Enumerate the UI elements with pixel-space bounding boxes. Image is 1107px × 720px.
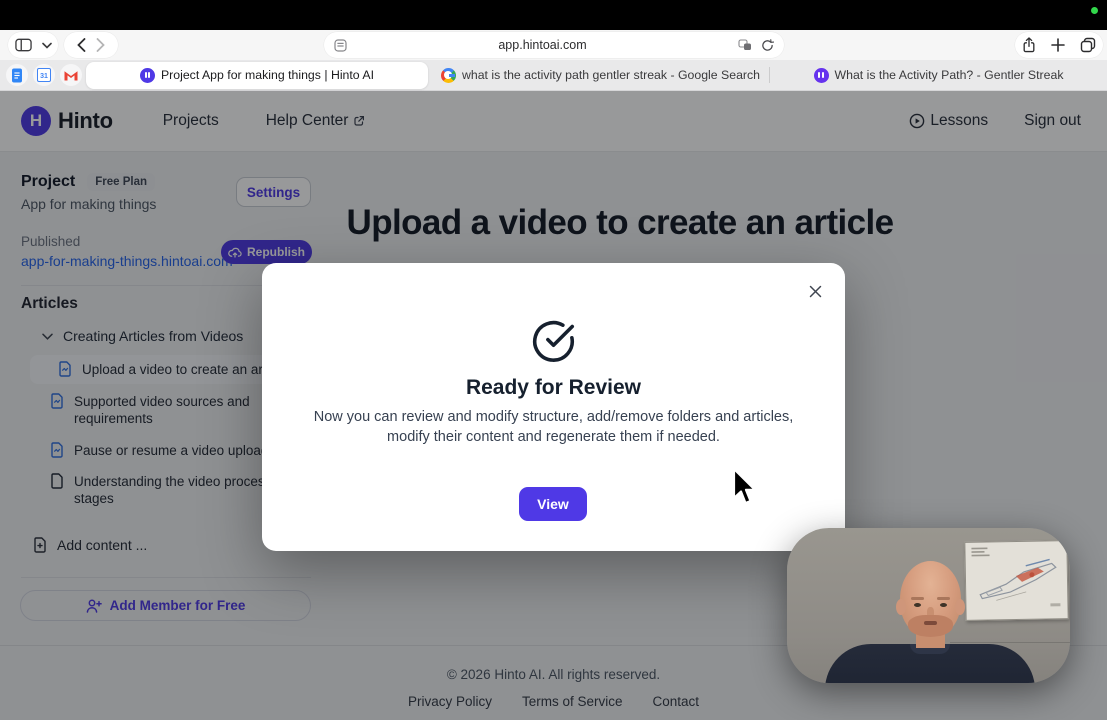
- gmail-icon: [64, 70, 78, 81]
- close-icon[interactable]: [803, 279, 827, 303]
- translate-icon[interactable]: [738, 39, 752, 51]
- calendar-icon: 31: [38, 69, 50, 81]
- view-button[interactable]: View: [519, 487, 587, 521]
- tab-hinto-project[interactable]: Project App for making things | Hinto AI: [86, 62, 428, 89]
- pinned-tabs: 31: [6, 64, 82, 86]
- chevron-down-icon[interactable]: [42, 42, 52, 49]
- new-tab-icon[interactable]: [1051, 38, 1065, 52]
- tab-title: What is the Activity Path? - Gentler Str…: [835, 68, 1064, 82]
- toolbar-nav-group: [64, 32, 118, 58]
- hinto-favicon: [140, 68, 155, 83]
- toolbar-left-group: [8, 32, 58, 58]
- pinned-tab-gmail[interactable]: [60, 64, 82, 86]
- share-icon[interactable]: [1022, 37, 1036, 53]
- address-bar[interactable]: app.hintoai.com: [324, 32, 784, 58]
- browser-toolbar: app.hintoai.com: [0, 30, 1107, 60]
- modal-title: Ready for Review: [262, 376, 845, 400]
- reload-icon[interactable]: [761, 39, 774, 52]
- sidebar-toggle-icon[interactable]: [15, 38, 32, 52]
- tab-bar: 31 Project App for making things | Hinto…: [0, 60, 1107, 91]
- pinned-tab-google-calendar[interactable]: 31: [33, 64, 55, 86]
- toolbar-right-group: [1015, 32, 1103, 58]
- tab-google-search[interactable]: what is the activity path gentler streak…: [432, 60, 769, 91]
- tab-gentler-streak[interactable]: What is the Activity Path? - Gentler Str…: [770, 60, 1107, 91]
- back-icon[interactable]: [77, 38, 86, 52]
- presenter-person: [787, 528, 1070, 683]
- ready-for-review-modal: Ready for Review Now you can review and …: [262, 263, 845, 551]
- pinned-tab-google-docs[interactable]: [6, 64, 28, 86]
- presenter-face: [900, 561, 961, 637]
- camera-active-dot: [1091, 7, 1098, 14]
- modal-body-text: Now you can review and modify structure,…: [302, 407, 805, 447]
- presenter-shoulders: [825, 644, 1035, 683]
- tab-title: Project App for making things | Hinto AI: [161, 68, 374, 82]
- macos-menubar: [0, 0, 1107, 30]
- gentler-streak-favicon: [814, 68, 829, 83]
- forward-icon[interactable]: [96, 38, 105, 52]
- tab-overview-icon[interactable]: [1080, 37, 1096, 53]
- url-text[interactable]: app.hintoai.com: [347, 38, 738, 52]
- google-favicon: [441, 68, 456, 83]
- address-bar-actions: [738, 39, 774, 52]
- presenter-webcam-overlay: [787, 528, 1070, 683]
- check-circle-icon: [531, 319, 576, 364]
- tab-title: what is the activity path gentler streak…: [462, 68, 760, 82]
- page-settings-icon[interactable]: [334, 39, 347, 52]
